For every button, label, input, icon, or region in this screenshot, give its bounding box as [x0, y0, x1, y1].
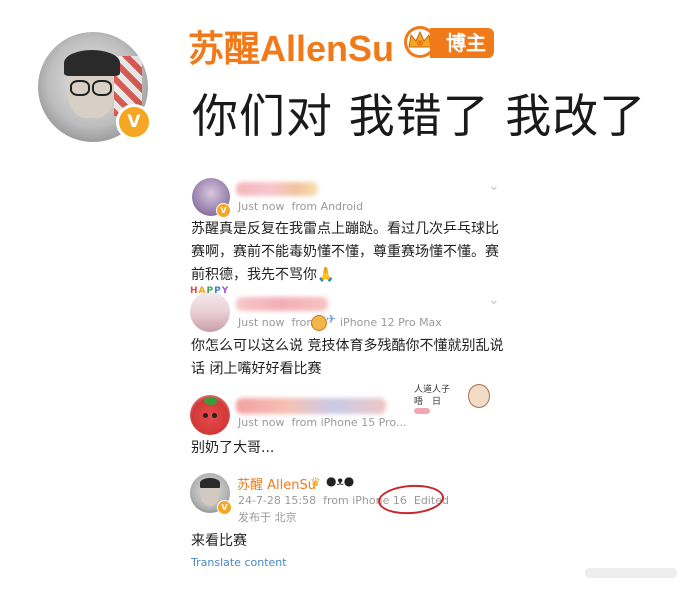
- comment-meta: Just now from Android: [238, 200, 364, 213]
- panda-icon: ●ᴥ●: [326, 474, 355, 488]
- verified-badge-icon: V: [116, 104, 152, 140]
- translate-content-link[interactable]: Translate content: [191, 556, 287, 569]
- comment-text: 苏醒真是反复在我雷点上蹦跶。看过几次乒乓球比 赛啊，赛前不能毒奶懂不懂，尊重赛场…: [191, 221, 499, 283]
- comment-text: 别奶了大哥...: [191, 440, 275, 456]
- comment-location: 发布于 北京: [238, 511, 297, 524]
- red-circle-annotation: [377, 482, 445, 517]
- watermark: [585, 568, 677, 578]
- chevron-down-icon[interactable]: ⌄: [488, 178, 500, 194]
- comment-avatar[interactable]: [190, 395, 230, 435]
- blurred-username: [236, 398, 386, 414]
- blurred-username: [236, 297, 328, 311]
- blogger-badge: 博主: [430, 28, 494, 58]
- chevron-down-icon[interactable]: ⌄: [488, 292, 500, 308]
- lion-icon: [311, 315, 327, 331]
- profile-username[interactable]: 苏醒AllenSu: [188, 20, 394, 72]
- avatar-label: HAPPY: [190, 286, 230, 296]
- comment-text: 你怎么可以这么说 竞技体育多残酷你不懂就别乱说 话 闭上嘴好好看比赛: [191, 338, 504, 377]
- post-title: 你们对 我错了 我改了: [192, 89, 647, 143]
- plane-icon: ✈: [326, 312, 337, 326]
- verified-badge-icon: V: [216, 203, 231, 218]
- comment-meta: Just now from iPhone 15 Pro...: [238, 416, 407, 429]
- blurred-username: [236, 182, 318, 196]
- sticker-image: 人道人子 唔 日: [412, 382, 492, 422]
- comment-source: iPhone 12 Pro Max: [340, 316, 442, 329]
- crown-icon: ♛: [310, 475, 321, 489]
- comment-text: 来看比赛: [191, 533, 247, 549]
- comment-meta: Just now from: [238, 316, 318, 329]
- author-username[interactable]: 苏醒 AllenSu: [237, 474, 316, 493]
- verified-badge-icon: V: [217, 500, 232, 515]
- comment-avatar[interactable]: [190, 292, 230, 332]
